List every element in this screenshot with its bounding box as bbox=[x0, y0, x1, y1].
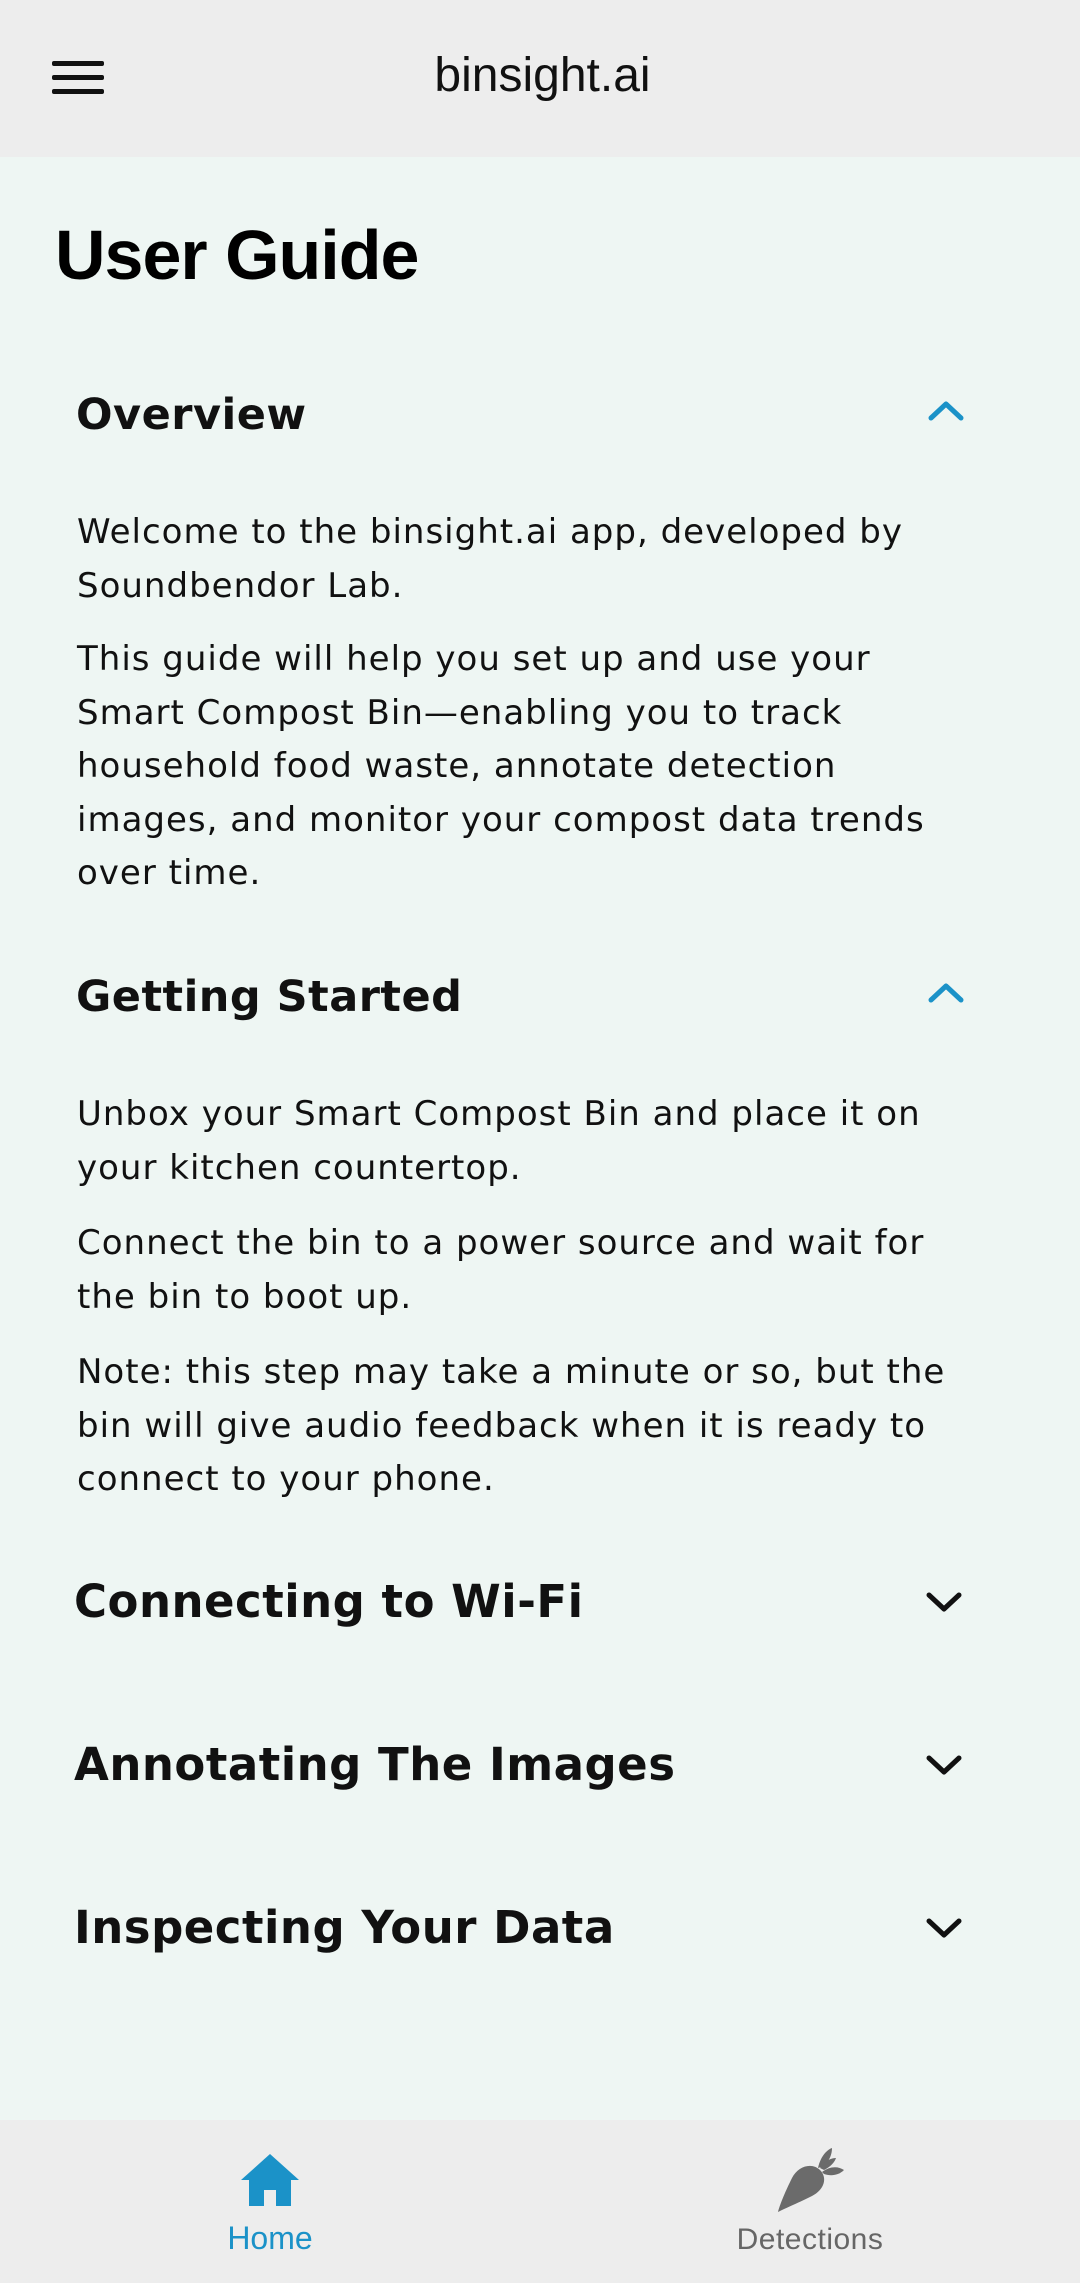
nav-label-home: Home bbox=[227, 2220, 313, 2256]
overview-paragraph: This guide will help you set up and use … bbox=[77, 639, 925, 893]
overview-paragraph: Welcome to the binsight.ai app, develope… bbox=[77, 512, 903, 606]
section-title: Overview bbox=[76, 390, 307, 440]
getting-started-paragraph: Note: this step may take a minute or so,… bbox=[77, 1352, 946, 1499]
chevron-down-icon bbox=[926, 1918, 962, 1938]
section-title: Getting Started bbox=[76, 972, 463, 1022]
getting-started-paragraph: Connect the bin to a power source and wa… bbox=[77, 1223, 925, 1317]
section-header-getting-started[interactable]: Getting Started bbox=[76, 972, 1010, 1052]
chevron-down-icon bbox=[926, 1755, 962, 1775]
section-header-annotating-images[interactable]: Annotating The Images bbox=[74, 1738, 1008, 1818]
nav-label-detections: Detections bbox=[736, 2223, 884, 2256]
nav-item-detections[interactable]: Detections bbox=[680, 2120, 940, 2283]
section-header-inspecting-data[interactable]: Inspecting Your Data bbox=[74, 1901, 1008, 1981]
app-root: binsight.ai User Guide Overview Welcome … bbox=[0, 0, 1080, 2283]
chevron-up-icon bbox=[928, 401, 964, 421]
bottom-navigation: Home Detections bbox=[0, 2120, 1080, 2283]
nav-item-home[interactable]: Home bbox=[140, 2120, 400, 2283]
home-icon bbox=[241, 2154, 299, 2206]
chevron-up-icon bbox=[928, 983, 964, 1003]
app-header: binsight.ai bbox=[0, 0, 1080, 157]
carrot-icon bbox=[778, 2148, 844, 2212]
section-title: Annotating The Images bbox=[74, 1738, 676, 1791]
chevron-down-icon bbox=[926, 1592, 962, 1612]
app-title: binsight.ai bbox=[434, 49, 651, 102]
getting-started-paragraph: Unbox your Smart Compost Bin and place i… bbox=[77, 1094, 921, 1188]
page-title: User Guide bbox=[55, 216, 419, 294]
section-title: Connecting to Wi-Fi bbox=[74, 1575, 584, 1628]
section-header-connecting-wifi[interactable]: Connecting to Wi-Fi bbox=[74, 1575, 1008, 1655]
section-title: Inspecting Your Data bbox=[74, 1901, 615, 1954]
section-header-overview[interactable]: Overview bbox=[76, 390, 1010, 470]
